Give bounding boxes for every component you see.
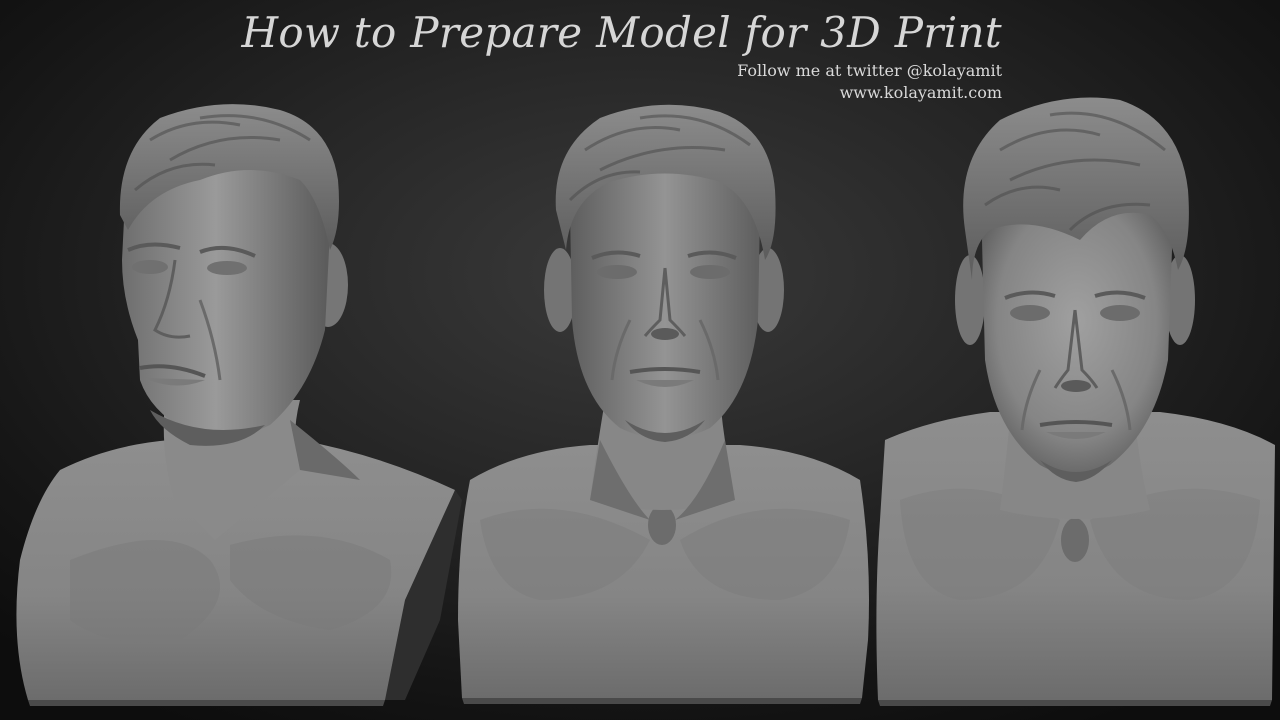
video-title: How to Prepare Model for 3D Print [241,8,1002,57]
bust-left [16,104,462,706]
author-credits: Follow me at twitter @kolayamit www.kola… [737,60,1002,104]
twitter-handle: Follow me at twitter @kolayamit [737,61,1002,80]
thumbnail-canvas: How to Prepare Model for 3D Print Follow… [0,0,1280,720]
website-url: www.kolayamit.com [839,83,1002,102]
sculpt-renders [16,97,1275,706]
bust-center [458,104,869,704]
bust-right [876,97,1275,706]
